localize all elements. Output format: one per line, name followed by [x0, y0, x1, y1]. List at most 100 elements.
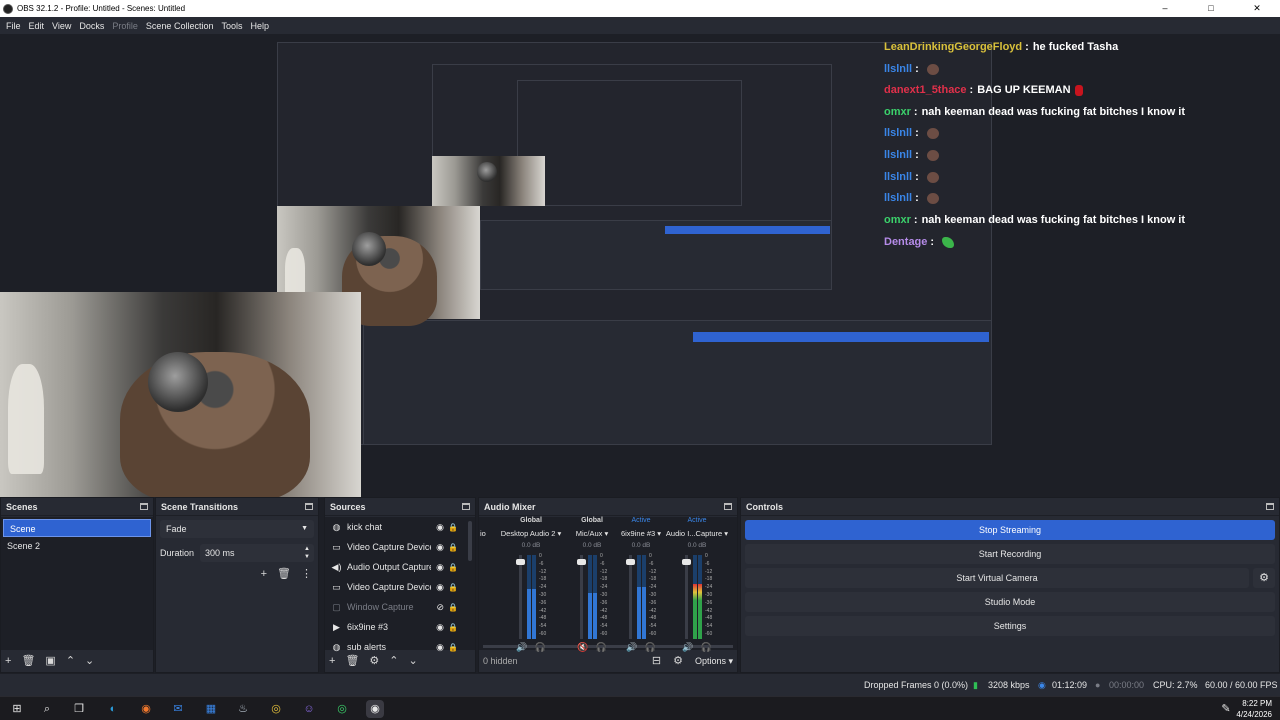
chevron-up-icon[interactable]: ⌃ [389, 655, 398, 667]
eye-icon[interactable]: ◉ [436, 582, 444, 593]
discord-icon[interactable]: ☺ [300, 700, 318, 718]
level-meter [593, 555, 597, 639]
menu-edit[interactable]: Edit [25, 21, 49, 31]
eye-icon[interactable]: ◉ [436, 622, 444, 633]
mixer-channel: Active 6ix9ine #3 ▾ 0.0 dB 0 -6 -12 -18 -24 -30-… [619, 517, 663, 652]
mail-icon[interactable]: ✉ [169, 700, 187, 718]
search-icon[interactable]: ⌕ [38, 700, 56, 718]
trash-icon[interactable]: 🗑 [277, 568, 291, 580]
clock[interactable]: 8:22 PM 4/24/2026 [1236, 698, 1272, 720]
undock-icon[interactable] [305, 503, 313, 510]
advanced-audio-icon[interactable]: ⚙ [673, 655, 683, 667]
eye-icon[interactable]: ◉ [436, 522, 444, 533]
obs-taskbar-icon[interactable]: ◉ [366, 700, 384, 718]
studio-mode-button[interactable]: Studio Mode [745, 592, 1275, 612]
menu-scene-collection[interactable]: Scene Collection [142, 21, 218, 31]
channel-name[interactable]: Desktop Audio 2 ▾ [499, 529, 563, 540]
duration-field[interactable]: 300 ms ▲ ▼ [200, 544, 314, 562]
chevron-down-icon[interactable]: ⌄ [409, 655, 418, 667]
spinner-icon[interactable]: ▲ ▼ [304, 545, 310, 561]
channel-name[interactable]: Audio I...Capture ▾ [665, 529, 729, 540]
channel-name[interactable]: Mic/Aux ▾ [567, 529, 617, 540]
slider-knob[interactable] [577, 559, 586, 565]
add-icon[interactable]: + [329, 655, 335, 667]
chevron-up-icon[interactable]: ⌃ [66, 655, 75, 667]
minimize-button[interactable]: – [1142, 0, 1188, 17]
chat-text: he fucked Tasha [1032, 41, 1119, 53]
eye-hidden-icon[interactable]: ⊘ [436, 602, 444, 613]
slider-knob[interactable] [626, 559, 635, 565]
settings-button[interactable]: Settings [745, 616, 1275, 636]
lock-icon[interactable]: 🔒 [448, 563, 458, 572]
undock-icon[interactable] [462, 503, 470, 510]
channel-monitor-label: Active [687, 517, 707, 524]
filter-icon[interactable]: ▣ [45, 655, 55, 667]
lock-icon[interactable]: 🔒 [448, 603, 458, 612]
start-recording-button[interactable]: Start Recording [745, 544, 1275, 564]
layout-icon[interactable]: ⊟ [652, 655, 661, 667]
source-name: kick chat [347, 522, 383, 532]
pen-icon[interactable]: ✎ [1217, 700, 1235, 718]
add-icon[interactable]: + [261, 568, 267, 580]
chrome-icon[interactable]: ◎ [267, 700, 285, 718]
volume-slider[interactable] [626, 555, 635, 639]
scale-tick: -60 [649, 630, 657, 637]
gear-icon[interactable]: ⚙ [369, 655, 379, 667]
source-item[interactable]: ▶ 6ix9ine #3 ◉ 🔒 [325, 617, 475, 637]
menu-tools[interactable]: Tools [217, 21, 246, 31]
slider-knob[interactable] [516, 559, 525, 565]
emote-icon [926, 63, 939, 75]
virtual-camera-gear-icon[interactable]: ⚙ [1253, 568, 1275, 588]
source-item[interactable]: ◀) Audio Output Capture ◉ 🔒 [325, 557, 475, 577]
transition-select[interactable]: Fade ▼ [160, 520, 314, 538]
source-item[interactable]: ◍ kick chat ◉ 🔒 [325, 517, 475, 537]
stop-streaming-button[interactable]: Stop Streaming [745, 520, 1275, 540]
scene-item[interactable]: Scene 2 [1, 537, 153, 555]
window-icon: ▢ [332, 601, 341, 612]
more-icon[interactable]: ⋮ [301, 568, 312, 580]
edge-icon[interactable]: ◐ [104, 700, 122, 718]
lock-icon[interactable]: 🔒 [448, 543, 458, 552]
trash-icon[interactable]: 🗑 [21, 655, 35, 667]
store-icon[interactable]: ▦ [202, 700, 220, 718]
undock-icon[interactable] [724, 503, 732, 510]
volume-slider[interactable] [516, 555, 525, 639]
task-view-icon[interactable]: ❒ [70, 700, 88, 718]
start-virtual-camera-button[interactable]: Start Virtual Camera [745, 568, 1249, 588]
volume-slider[interactable] [682, 555, 691, 639]
lock-icon[interactable]: 🔒 [448, 523, 458, 532]
source-item[interactable]: ▢ Window Capture ⊘ 🔒 [325, 597, 475, 617]
maximize-button[interactable]: □ [1188, 0, 1234, 17]
source-name: 6ix9ine #3 [347, 622, 389, 632]
add-icon[interactable]: + [5, 655, 11, 667]
chevron-down-icon[interactable]: ⌄ [85, 655, 94, 667]
lock-icon[interactable]: 🔒 [448, 583, 458, 592]
level-meter [527, 555, 531, 639]
undock-icon[interactable] [140, 503, 148, 510]
menu-docks[interactable]: Docks [75, 21, 108, 31]
menu-view[interactable]: View [48, 21, 75, 31]
trash-icon[interactable]: 🗑 [345, 655, 359, 667]
volume-slider[interactable] [577, 555, 586, 639]
eye-icon[interactable]: ◉ [436, 542, 444, 553]
slider-knob[interactable] [682, 559, 691, 565]
menu-file[interactable]: File [2, 21, 25, 31]
firefox-icon[interactable]: ◉ [137, 700, 155, 718]
scene-item[interactable]: Scene [3, 519, 151, 537]
eye-icon[interactable]: ◉ [436, 562, 444, 573]
db-scale: 0 -6 -12 -18 -24 -30 -36 -42 -48 -54 -60 [539, 553, 546, 639]
source-item[interactable]: ▭ Video Capture Device ◉ 🔒 [325, 537, 475, 557]
menu-help[interactable]: Help [246, 21, 273, 31]
windows-start-icon[interactable]: ⊞ [8, 700, 26, 718]
mixer-options-button[interactable]: Options ▾ [695, 656, 733, 667]
close-button[interactable]: ✕ [1234, 0, 1280, 17]
menu-profile[interactable]: Profile [108, 21, 142, 31]
lock-icon[interactable]: 🔒 [448, 623, 458, 632]
source-item[interactable]: ▭ Video Capture Device ◉ 🔒 [325, 577, 475, 597]
channel-name[interactable]: 6ix9ine #3 ▾ [619, 529, 663, 540]
chrome-profile-icon[interactable]: ◎ [333, 700, 351, 718]
steam-icon[interactable]: ♨ [234, 700, 252, 718]
program-preview[interactable]: LeanDrinkingGeorgeFloyd: he fucked Tasha l… [0, 34, 1280, 497]
undock-icon[interactable] [1266, 503, 1274, 510]
controls-title: Controls [746, 501, 783, 512]
